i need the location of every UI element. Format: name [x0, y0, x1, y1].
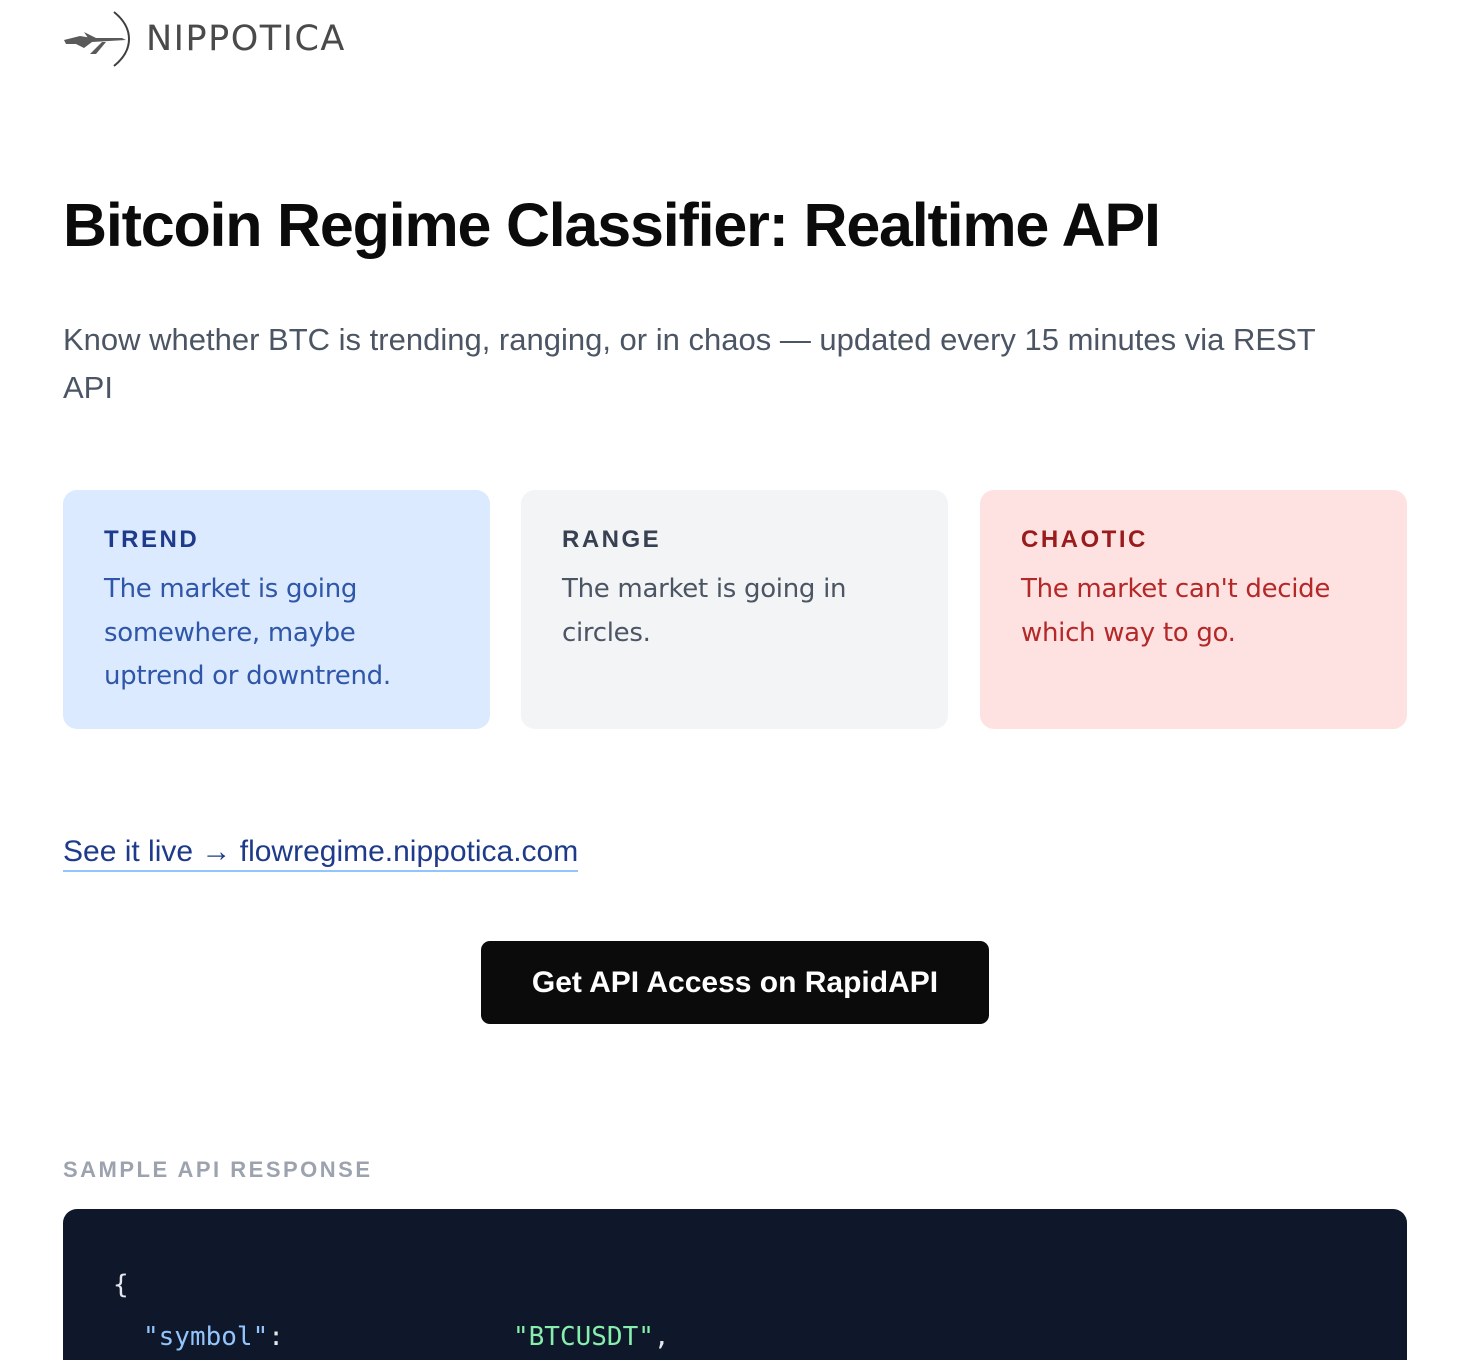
- code-value-text: "BTCUSDT": [513, 1322, 654, 1352]
- sample-response-heading: SAMPLE API RESPONSE: [63, 1157, 373, 1182]
- get-api-access-button[interactable]: Get API Access on RapidAPI: [481, 941, 989, 1024]
- landing-page: NIPPOTICA Bitcoin Regime Classifier: Rea…: [0, 0, 1464, 1360]
- brand-header[interactable]: NIPPOTICA: [62, 8, 346, 70]
- regime-card-title: TREND: [104, 526, 200, 553]
- brand-name: NIPPOTICA: [146, 19, 346, 59]
- regime-card-chaotic: CHAOTIC The market can't decide which wa…: [980, 490, 1407, 729]
- regime-card-range: RANGE The market is going in circles.: [521, 490, 948, 729]
- regime-card-description: The market is going in circles.: [562, 574, 847, 648]
- code-open-brace: {: [113, 1259, 1407, 1311]
- regime-card-title: RANGE: [562, 526, 662, 553]
- code-key: "symbol":: [143, 1311, 284, 1360]
- code-key-text: "symbol": [143, 1322, 269, 1352]
- sample-response-code-block: { "symbol": "BTCUSDT",: [63, 1209, 1407, 1360]
- code-comma: ,: [653, 1322, 670, 1352]
- code-value: "BTCUSDT",: [513, 1311, 670, 1360]
- code-colon: :: [268, 1322, 284, 1352]
- regime-card-title: CHAOTIC: [1021, 526, 1148, 553]
- regime-card-description: The market can't decide which way to go.: [1021, 574, 1331, 648]
- code-brace: {: [113, 1270, 129, 1300]
- code-line-symbol: "symbol": "BTCUSDT",: [113, 1311, 1407, 1360]
- regime-card-description: The market is going somewhere, maybe upt…: [104, 574, 391, 691]
- live-demo-link[interactable]: See it live → flowregime.nippotica.com: [63, 834, 579, 872]
- crossbow-arrow-icon: [64, 11, 130, 67]
- regime-card-trend: TREND The market is going somewhere, may…: [63, 490, 490, 729]
- page-title: Bitcoin Regime Classifier: Realtime API: [63, 191, 1161, 259]
- page-subtitle: Know whether BTC is trending, ranging, o…: [63, 322, 1316, 405]
